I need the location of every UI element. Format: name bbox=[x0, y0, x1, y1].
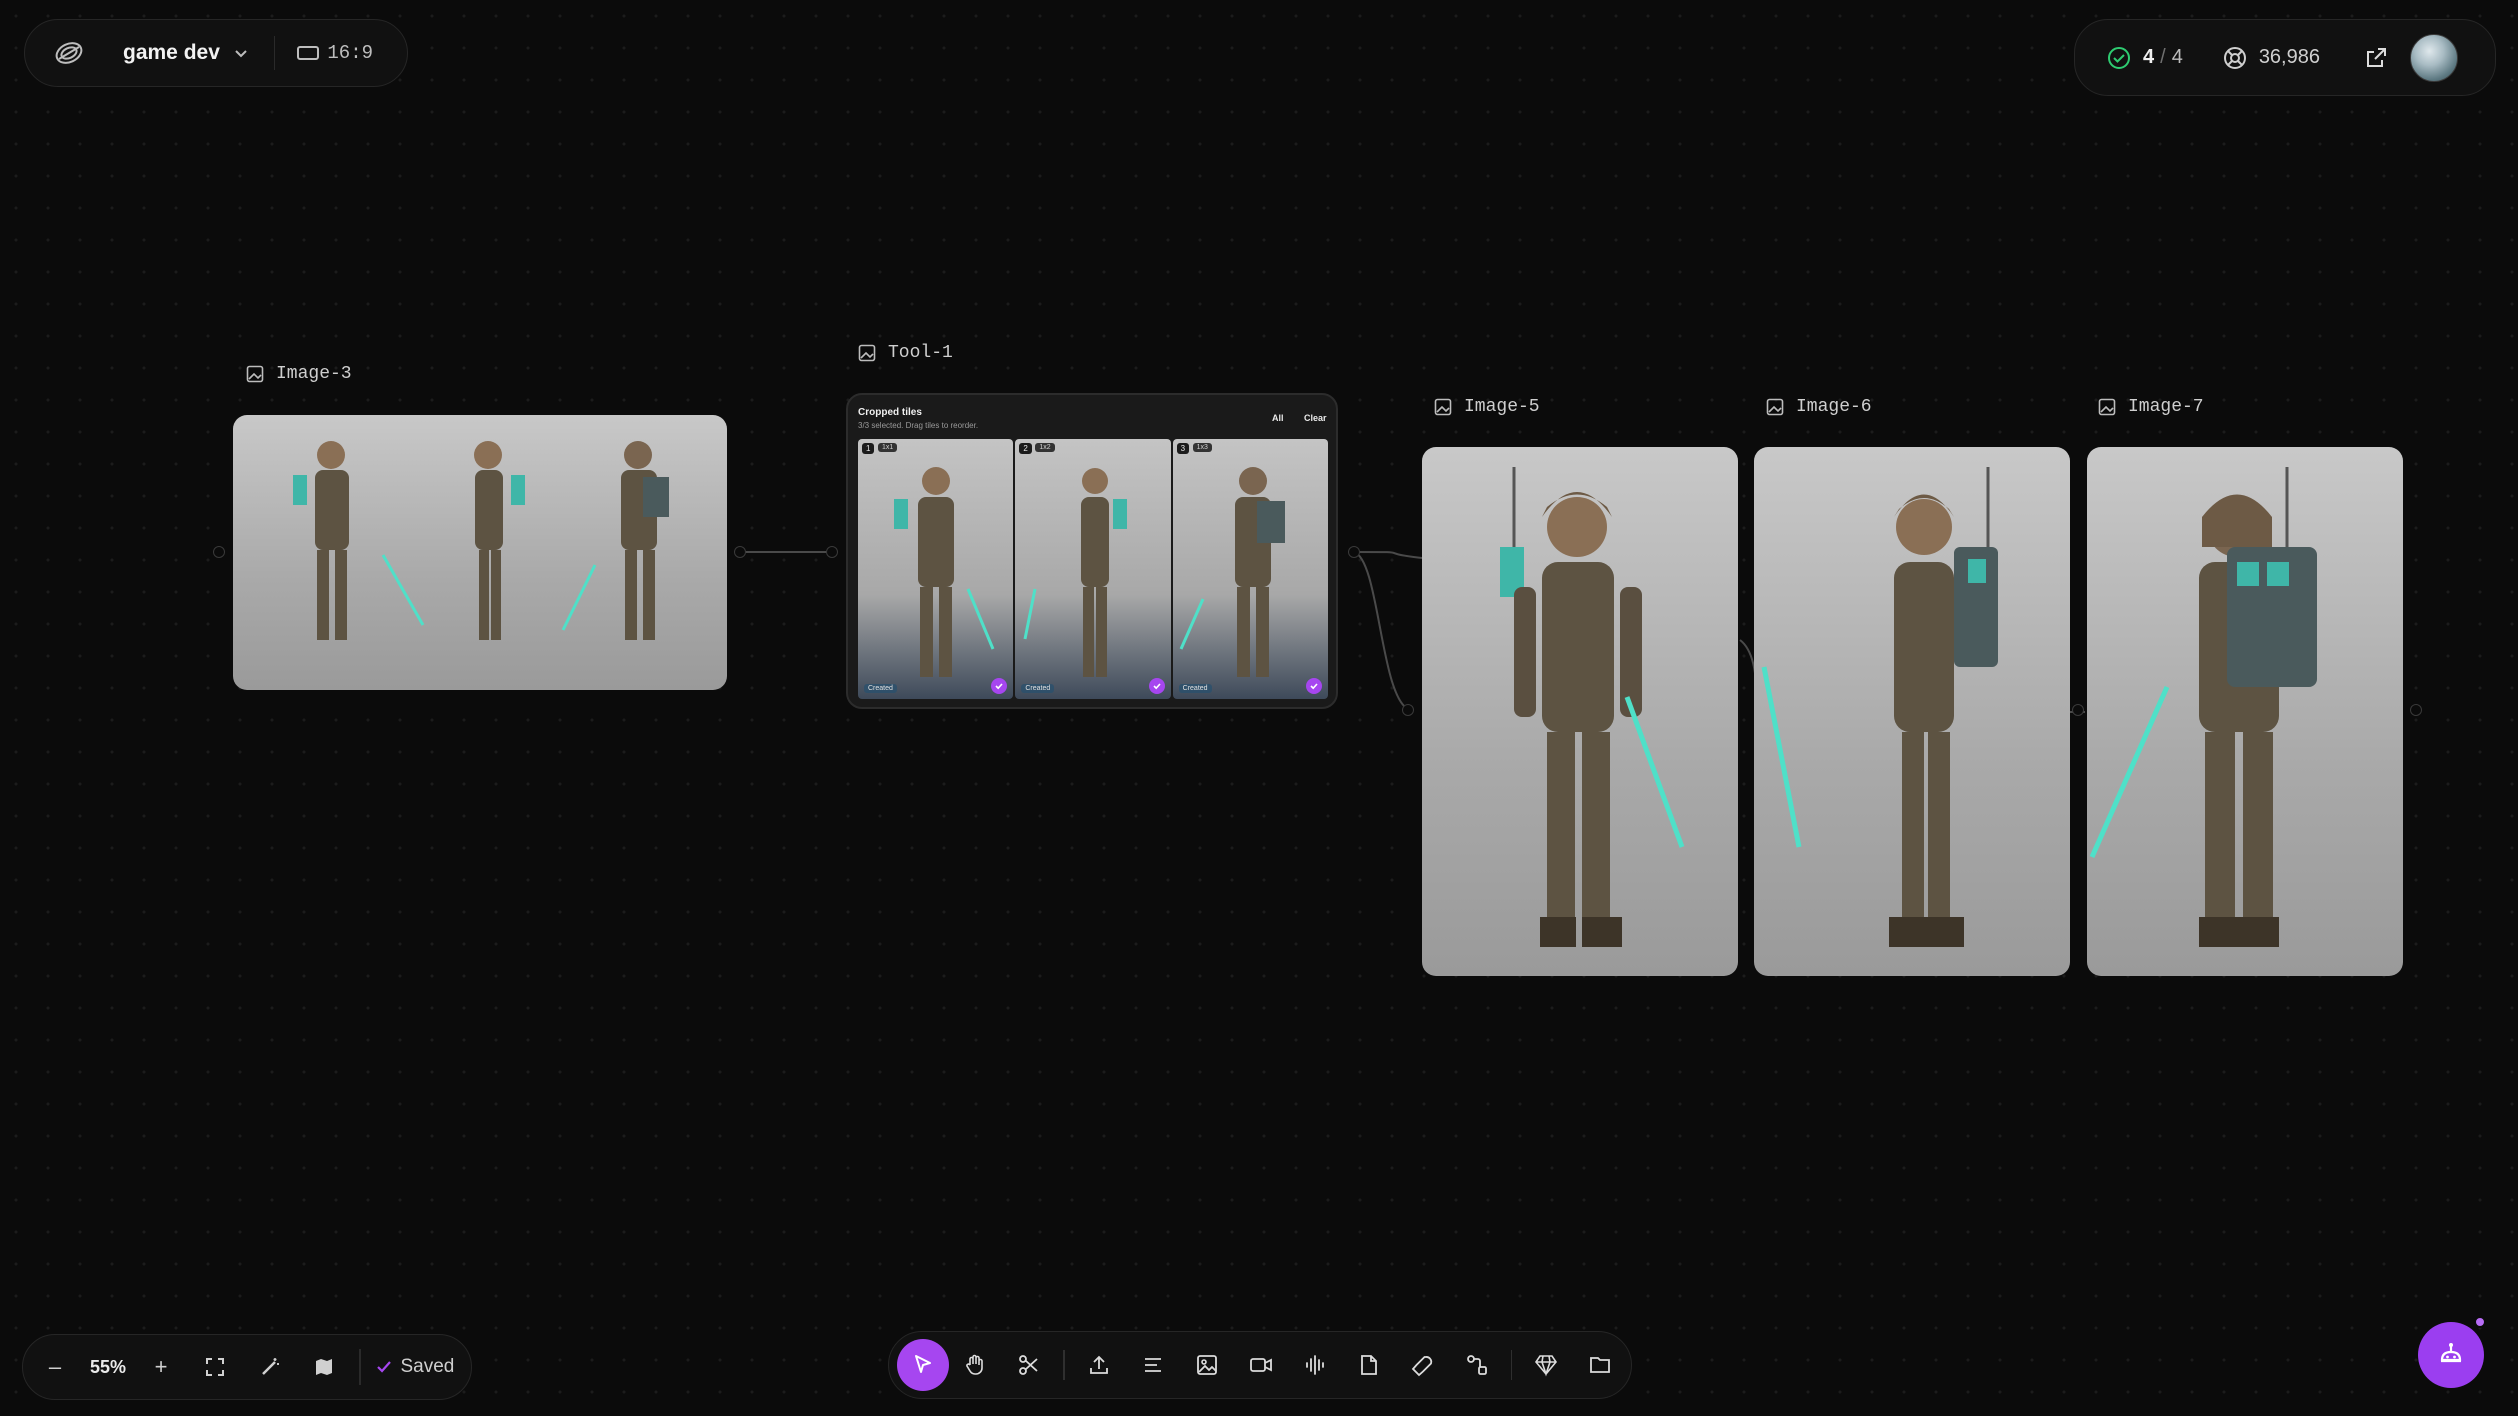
zoom-in-button[interactable]: + bbox=[129, 1354, 193, 1380]
check-icon bbox=[376, 1361, 391, 1373]
select-tool-icon[interactable] bbox=[897, 1339, 949, 1391]
input-port[interactable] bbox=[1402, 704, 1414, 716]
image-icon bbox=[858, 344, 876, 362]
wrench-tool-icon[interactable] bbox=[1403, 1345, 1443, 1385]
character-side-image bbox=[1761, 467, 1998, 947]
tile[interactable]: 3 1x3 Created bbox=[1172, 439, 1328, 699]
zoom-out-button[interactable]: – bbox=[23, 1354, 87, 1380]
character-back-image bbox=[2089, 467, 2317, 947]
upload-icon[interactable] bbox=[1079, 1345, 1119, 1385]
fit-screen-icon[interactable] bbox=[193, 1357, 237, 1377]
image-icon bbox=[1766, 398, 1784, 416]
divider bbox=[1510, 1350, 1512, 1380]
tile-ratio: 1x3 bbox=[1192, 443, 1212, 452]
scissors-tool-icon[interactable] bbox=[1009, 1345, 1049, 1385]
check-icon[interactable] bbox=[1148, 678, 1165, 694]
tile-ratio: 1x1 bbox=[878, 443, 898, 452]
zoom-level[interactable]: 55% bbox=[87, 1357, 129, 1378]
node-label-image-3[interactable]: Image-3 bbox=[246, 364, 352, 384]
image-5-node[interactable] bbox=[1422, 447, 1738, 976]
audio-tool-icon[interactable] bbox=[1295, 1345, 1335, 1385]
tile-caption: Created bbox=[864, 684, 897, 693]
node-label-text: Image-7 bbox=[2128, 397, 2204, 417]
output-port[interactable] bbox=[2410, 704, 2422, 716]
tile-image bbox=[1179, 467, 1285, 677]
document-tool-icon[interactable] bbox=[1349, 1345, 1389, 1385]
tile-image bbox=[1023, 468, 1128, 677]
bot-icon bbox=[2440, 1343, 2462, 1363]
node-label-image-6[interactable]: Image-6 bbox=[1766, 397, 1872, 417]
node-label-text: Image-3 bbox=[276, 364, 352, 384]
folder-icon[interactable] bbox=[1580, 1345, 1620, 1385]
output-port[interactable] bbox=[734, 546, 746, 558]
character-front-image bbox=[1500, 467, 1685, 947]
map-icon[interactable] bbox=[303, 1357, 345, 1377]
input-port[interactable] bbox=[826, 546, 838, 558]
tool-subtitle: 3/3 selected. Drag tiles to reorder. bbox=[858, 421, 979, 430]
tool-1-node[interactable]: Cropped tiles 3/3 selected. Drag tiles t… bbox=[846, 393, 1338, 709]
node-label-text: Tool-1 bbox=[888, 343, 953, 363]
input-port[interactable] bbox=[213, 546, 225, 558]
clear-button[interactable]: Clear bbox=[1304, 413, 1327, 423]
video-tool-icon[interactable] bbox=[1241, 1345, 1281, 1385]
tile[interactable]: 1 1x1 Created bbox=[858, 439, 1014, 699]
tool-title: Cropped tiles bbox=[858, 407, 922, 418]
tile-caption: Created bbox=[1178, 684, 1212, 693]
hand-tool-icon[interactable] bbox=[955, 1345, 995, 1385]
image-tool-icon[interactable] bbox=[1187, 1345, 1227, 1385]
tile-number: 3 bbox=[1176, 443, 1190, 454]
check-icon[interactable] bbox=[1305, 678, 1322, 694]
output-port[interactable] bbox=[1348, 546, 1360, 558]
image-icon bbox=[2098, 398, 2116, 416]
output-port[interactable] bbox=[2072, 704, 2084, 716]
tile[interactable]: 2 1x2 Created bbox=[1015, 439, 1171, 699]
connect-tool-icon[interactable] bbox=[1457, 1345, 1497, 1385]
divider bbox=[1063, 1350, 1065, 1380]
save-status-label: Saved bbox=[400, 1356, 455, 1377]
tile-caption: Created bbox=[1021, 684, 1055, 693]
image-6-node[interactable] bbox=[1754, 447, 2070, 976]
text-tool-icon[interactable] bbox=[1133, 1345, 1173, 1385]
tile-image bbox=[894, 467, 995, 677]
tile-number: 1 bbox=[862, 443, 875, 454]
node-label-image-7[interactable]: Image-7 bbox=[2098, 397, 2204, 417]
zoom-controls: – 55% + Saved bbox=[22, 1334, 472, 1400]
node-label-text: Image-6 bbox=[1796, 397, 1872, 417]
character-turnaround-image bbox=[293, 441, 669, 640]
tile-ratio: 1x2 bbox=[1035, 443, 1055, 452]
select-all-button[interactable]: All bbox=[1272, 413, 1284, 423]
node-label-tool-1[interactable]: Tool-1 bbox=[858, 343, 953, 363]
node-label-image-5[interactable]: Image-5 bbox=[1434, 397, 1540, 417]
tile-number: 2 bbox=[1019, 443, 1032, 454]
notification-dot bbox=[2474, 1316, 2486, 1328]
divider bbox=[359, 1349, 361, 1385]
assistant-button[interactable] bbox=[2418, 1322, 2484, 1388]
image-3-node[interactable] bbox=[233, 415, 727, 690]
node-label-text: Image-5 bbox=[1464, 397, 1540, 417]
tool-toolbar bbox=[888, 1331, 1632, 1399]
gem-icon[interactable] bbox=[1526, 1345, 1566, 1385]
magic-wand-icon[interactable] bbox=[237, 1357, 303, 1377]
image-icon bbox=[246, 365, 264, 383]
save-status: Saved bbox=[375, 1356, 455, 1378]
image-icon bbox=[1434, 398, 1452, 416]
image-7-node[interactable] bbox=[2087, 447, 2403, 976]
tiles-grid: 1 1x1 Created 2 1x2 Created 3 1x3 Create… bbox=[858, 439, 1328, 699]
